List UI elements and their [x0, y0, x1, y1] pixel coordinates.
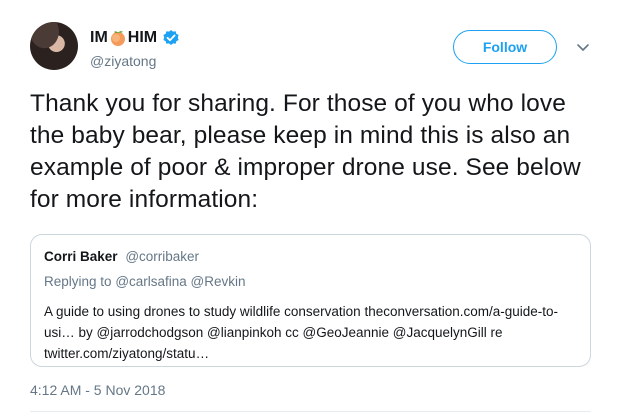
display-name-row[interactable]: IM HIM	[90, 27, 180, 49]
peach-icon	[109, 29, 127, 47]
verified-badge-icon	[162, 29, 180, 47]
quoted-author-row: Corri Baker @corribaker	[44, 249, 199, 264]
user-handle[interactable]: @ziyatong	[90, 53, 156, 69]
quoted-author-name: Corri Baker	[44, 249, 118, 264]
tweet-timestamp[interactable]: 4:12 AM - 5 Nov 2018	[30, 382, 165, 398]
quoted-tweet[interactable]: Corri Baker @corribaker Replying to @car…	[30, 234, 591, 367]
display-name-part-2: HIM	[127, 29, 158, 46]
avatar-image	[30, 22, 78, 70]
replying-to-label: Replying to	[44, 274, 112, 289]
quoted-tweet-text: A guide to using drones to study wildlif…	[44, 304, 559, 361]
display-name-part-1: IM	[90, 29, 108, 46]
divider	[30, 411, 591, 412]
tweet-card: IM HIM @ziyatong Follow Thank you for sh…	[0, 0, 621, 414]
chevron-down-icon[interactable]	[574, 38, 592, 56]
quoted-author-handle: @corribaker	[125, 249, 200, 264]
follow-button[interactable]: Follow	[453, 30, 557, 64]
avatar[interactable]	[30, 22, 78, 70]
tweet-text: Thank you for sharing. For those of you …	[30, 90, 581, 213]
replying-to-mentions[interactable]: @carlsafina @Revkin	[115, 274, 245, 289]
replying-to: Replying to @carlsafina @Revkin	[44, 274, 246, 289]
